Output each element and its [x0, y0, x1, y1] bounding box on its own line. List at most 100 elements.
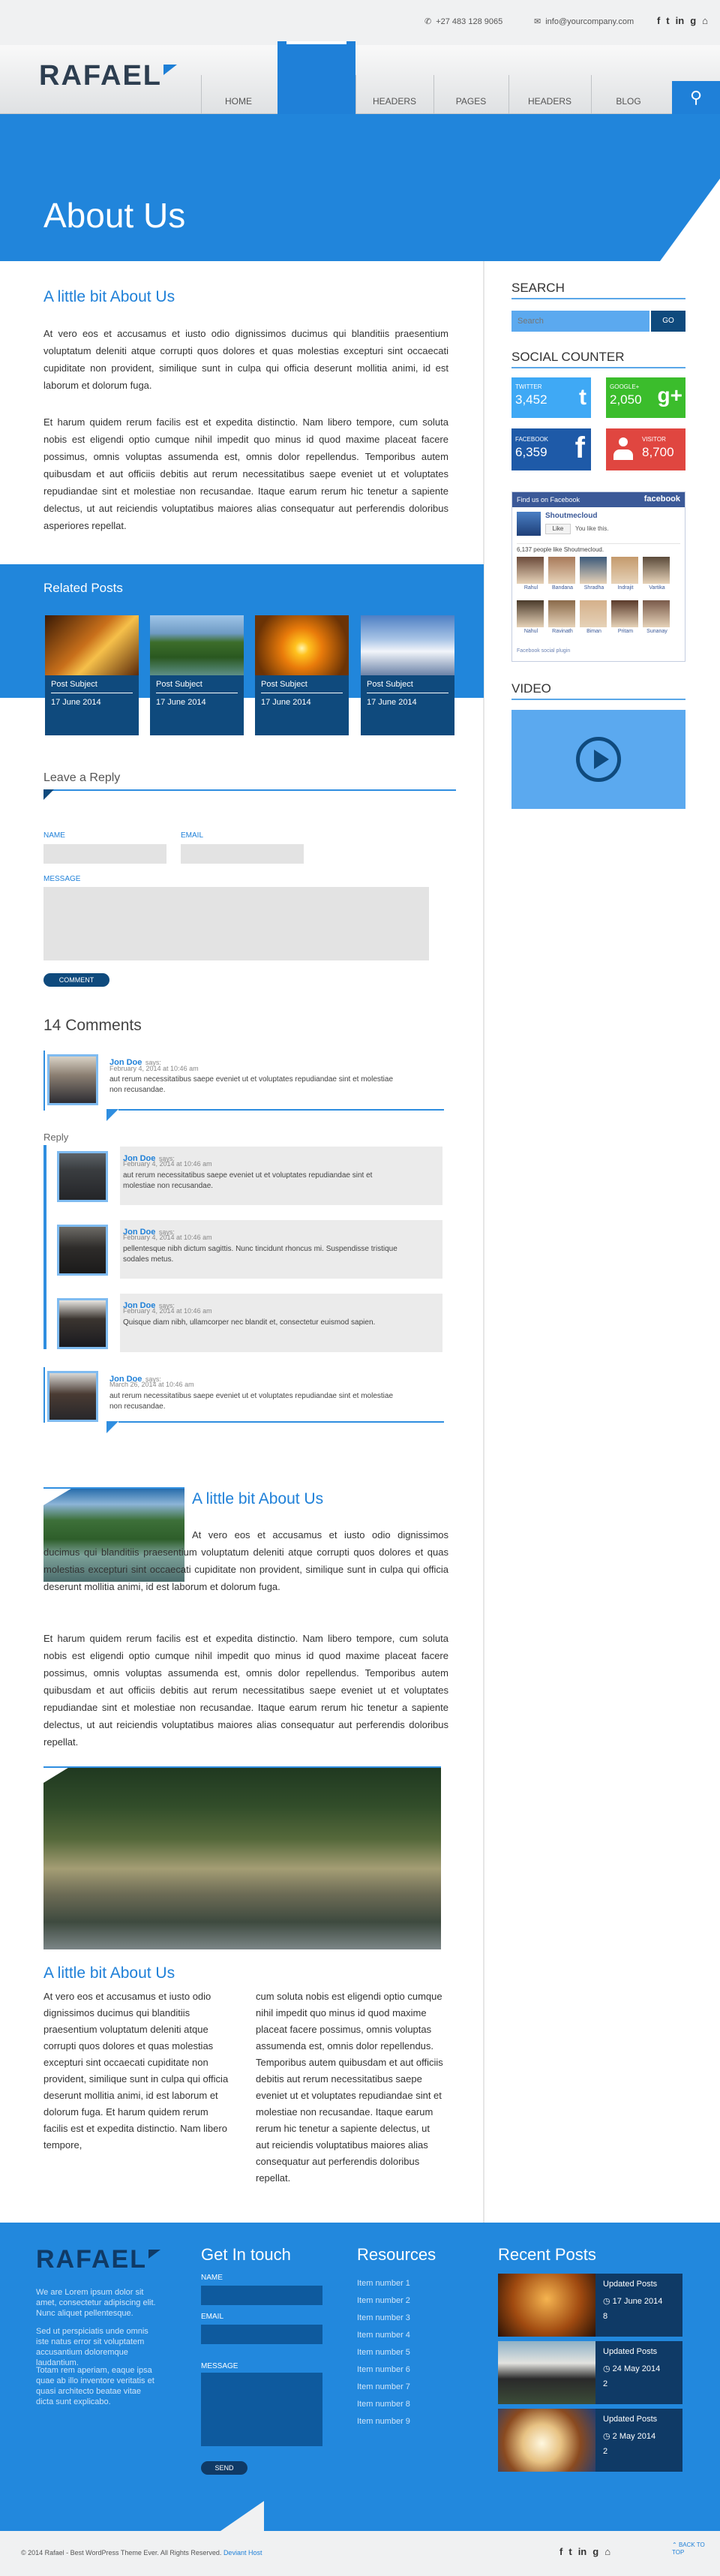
- comment-item: Jon Doe says: February 4, 2014 at 10:46 …: [52, 1220, 442, 1292]
- fb-face[interactable]: Pritam: [611, 600, 640, 634]
- fb-face[interactable]: Bandana: [548, 557, 577, 591]
- counter-label: VISITOR: [642, 436, 666, 443]
- sidebar-search-input[interactable]: [512, 311, 650, 332]
- sidebar-search-go[interactable]: GO: [651, 311, 686, 332]
- fb-face[interactable]: Sunanay: [643, 600, 671, 634]
- nav-pages[interactable]: PAGES: [434, 96, 508, 107]
- post-thumbnail[interactable]: [361, 615, 454, 675]
- related-post[interactable]: Post Subject 17 June 2014: [361, 615, 454, 735]
- fb-face[interactable]: Biman: [580, 600, 608, 634]
- fb-face[interactable]: Rahul: [517, 557, 545, 591]
- nav-blog[interactable]: BLOG: [591, 96, 666, 107]
- twitter-icon: t: [579, 385, 586, 410]
- footer-email-input[interactable]: [201, 2325, 322, 2344]
- post-subject[interactable]: Post Subject: [367, 680, 448, 693]
- recent-post-title[interactable]: Updated Posts: [603, 2280, 675, 2289]
- footer-name-input[interactable]: [201, 2286, 322, 2305]
- image-corner: [44, 1766, 70, 1783]
- video-player[interactable]: [512, 710, 686, 809]
- footer-message-textarea[interactable]: [201, 2373, 322, 2446]
- logo[interactable]: RAFAEL: [39, 60, 177, 92]
- related-post[interactable]: Post Subject 17 June 2014: [255, 615, 349, 735]
- recent-post-title[interactable]: Updated Posts: [603, 2347, 675, 2356]
- fb-page-name[interactable]: Shoutmecloud: [545, 512, 597, 520]
- fb-face-name: Vartika: [649, 585, 665, 591]
- post-subject[interactable]: Post Subject: [156, 680, 238, 693]
- email-input[interactable]: [181, 844, 304, 864]
- fb-like-button[interactable]: Like: [545, 524, 571, 534]
- google-plus-icon[interactable]: g: [690, 15, 696, 26]
- comments-title: 14 Comments: [44, 1017, 142, 1034]
- nav-home[interactable]: HOME: [201, 96, 276, 107]
- fb-face-photo: [517, 600, 544, 627]
- fb-face[interactable]: Nahul: [517, 600, 545, 634]
- related-post[interactable]: Post Subject 17 June 2014: [45, 615, 139, 735]
- resource-item[interactable]: Item number 2: [357, 2292, 410, 2310]
- resource-item[interactable]: Item number 4: [357, 2327, 410, 2344]
- recent-thumbnail[interactable]: [498, 2409, 596, 2472]
- email-address[interactable]: info@yourcompany.com: [545, 17, 634, 26]
- comment-item: Jon Doe says: March 26, 2014 at 10:46 am…: [44, 1367, 444, 1439]
- post-thumbnail[interactable]: [255, 615, 349, 675]
- post-subject[interactable]: Post Subject: [51, 680, 133, 693]
- nav-search-button[interactable]: ⚲: [672, 81, 720, 114]
- back-to-top[interactable]: ⌃ BACK TO TOP: [672, 2541, 705, 2556]
- resource-item[interactable]: Item number 9: [357, 2413, 410, 2430]
- fb-face[interactable]: Vartika: [643, 557, 671, 591]
- fb-you-like: You like this.: [575, 525, 609, 532]
- phone-contact: ✆ +27 483 128 9065: [424, 17, 502, 27]
- nav-headers-2[interactable]: HEADERS: [508, 96, 591, 107]
- email-contact[interactable]: ✉ info@yourcompany.com: [534, 17, 634, 27]
- comment-item: Jon Doe says: February 4, 2014 at 10:46 …: [52, 1147, 442, 1219]
- google-plus-counter[interactable]: GOOGLE+ 2,050 g+: [606, 377, 686, 418]
- recent-post-title[interactable]: Updated Posts: [603, 2415, 675, 2424]
- reply-thread-rule: [44, 1145, 46, 1349]
- twitter-icon[interactable]: t: [666, 15, 669, 26]
- footer-email-label: EMAIL: [201, 2313, 224, 2321]
- fb-face[interactable]: Indrajit: [611, 557, 640, 591]
- play-icon[interactable]: [576, 737, 621, 782]
- post-thumbnail[interactable]: [45, 615, 139, 675]
- facebook-counter[interactable]: FACEBOOK 6,359 f: [512, 428, 591, 470]
- name-input[interactable]: [44, 844, 166, 864]
- cart-icon[interactable]: ⌂: [604, 2546, 610, 2557]
- linkedin-icon[interactable]: in: [676, 15, 685, 26]
- recent-thumbnail[interactable]: [498, 2341, 596, 2404]
- related-post[interactable]: Post Subject 17 June 2014: [150, 615, 244, 735]
- comment-submit-button[interactable]: COMMENT: [44, 973, 110, 987]
- post-thumbnail[interactable]: [150, 615, 244, 675]
- facebook-icon[interactable]: f: [657, 15, 660, 26]
- counter-value: 8,700: [642, 445, 674, 459]
- resource-item[interactable]: Item number 6: [357, 2361, 410, 2379]
- twitter-counter[interactable]: TWITTER 3,452 t: [512, 377, 591, 418]
- footer-logo[interactable]: RAFAEL: [36, 2245, 160, 2274]
- facebook-icon[interactable]: f: [560, 2546, 562, 2557]
- fb-face[interactable]: Ravinath: [548, 600, 577, 634]
- avatar: [57, 1151, 108, 1202]
- credit-link[interactable]: Deviant Host: [224, 2549, 262, 2556]
- fb-face-name: Nahul: [524, 629, 538, 634]
- fb-face[interactable]: Shradha: [580, 557, 608, 591]
- linkedin-icon[interactable]: in: [578, 2546, 587, 2557]
- recent-thumbnail[interactable]: [498, 2274, 596, 2337]
- resource-item[interactable]: Item number 8: [357, 2396, 410, 2413]
- visitor-counter[interactable]: VISITOR 8,700: [606, 428, 686, 470]
- twitter-icon[interactable]: t: [568, 2546, 572, 2557]
- resource-item[interactable]: Item number 3: [357, 2310, 410, 2327]
- back-to-top-text[interactable]: BACK TO TOP: [672, 2541, 705, 2556]
- resource-item[interactable]: Item number 1: [357, 2275, 410, 2292]
- recent-post[interactable]: Updated Posts ◷ 24 May 2014 2: [596, 2341, 682, 2404]
- recent-post[interactable]: Updated Posts ◷ 2 May 2014 2: [596, 2409, 682, 2472]
- google-plus-icon[interactable]: g: [592, 2546, 598, 2557]
- footer-send-button[interactable]: SEND: [201, 2461, 248, 2475]
- nav-headers[interactable]: HEADERS: [356, 96, 434, 107]
- recent-post[interactable]: Updated Posts ◷ 17 June 2014 8: [596, 2274, 682, 2337]
- footer-about-1: We are Lorem ipsum dolor sit amet, conse…: [36, 2288, 156, 2318]
- counter-value: 6,359: [515, 445, 548, 459]
- post-subject[interactable]: Post Subject: [261, 680, 343, 693]
- resource-item[interactable]: Item number 5: [357, 2344, 410, 2361]
- message-textarea[interactable]: [44, 887, 429, 960]
- clock-icon: ◷: [603, 2297, 610, 2306]
- cart-icon[interactable]: ⌂: [702, 15, 708, 26]
- resource-item[interactable]: Item number 7: [357, 2379, 410, 2396]
